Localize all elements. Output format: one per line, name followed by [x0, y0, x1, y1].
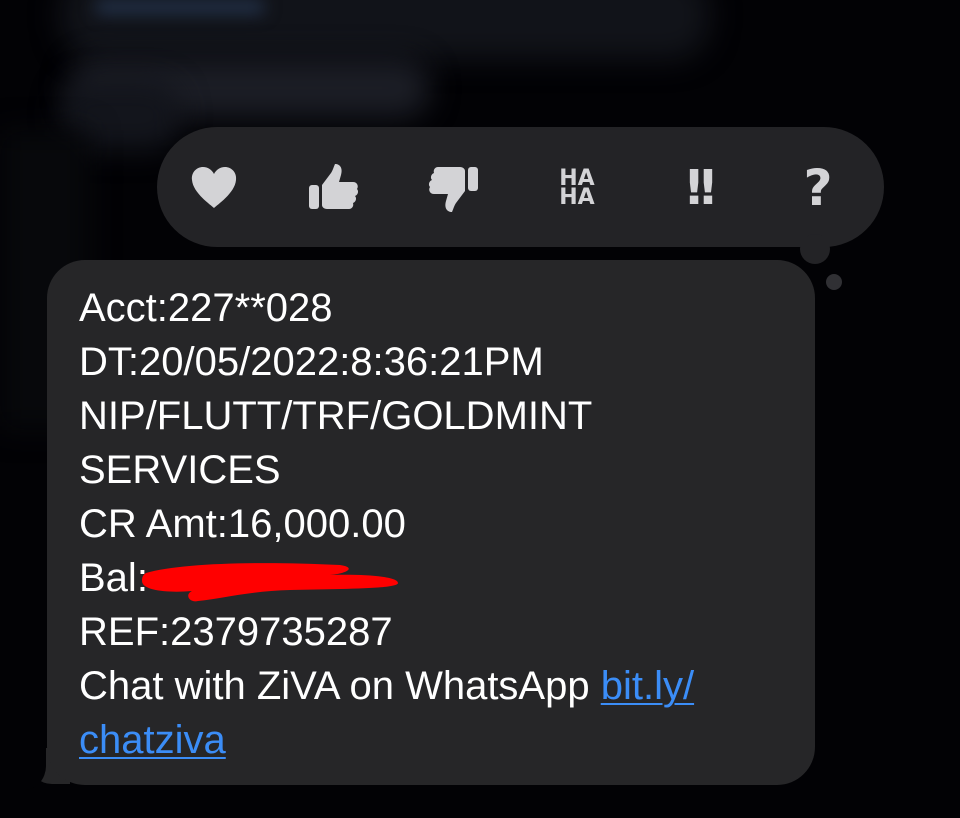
tapback-question-button[interactable]: ?: [782, 150, 854, 226]
tapback-haha-button[interactable]: HA HA: [541, 150, 613, 226]
balance-redaction-mark: [142, 563, 398, 602]
account-line: Acct:227**028: [79, 286, 333, 330]
tapback-heart-button[interactable]: [178, 150, 250, 226]
messages-screen: HA HA !! ? Acct:227**028 DT:20/05/2022:8…: [0, 0, 960, 818]
chat-promo-line: Chat with ZiVA on WhatsApp bit.ly/: [79, 659, 799, 713]
thumbs-up-icon: [309, 164, 359, 209]
credit-amount-line: CR Amt:16,000.00: [79, 502, 406, 546]
chatziva-link-part1[interactable]: bit.ly/: [601, 664, 694, 708]
narration-line: NIP/FLUTT/TRF/GOLDMINT: [79, 394, 593, 438]
tapback-exclamation-button[interactable]: !!: [661, 150, 733, 226]
tapback-tail-dot-small: [826, 274, 842, 290]
chat-link-line: chatziva: [79, 713, 799, 767]
blurred-background-link: [95, 0, 265, 14]
bubble-tail-mask: [10, 740, 46, 790]
tapback-tail-dot: [800, 234, 830, 264]
chat-promo-text: Chat with ZiVA on WhatsApp: [79, 664, 601, 708]
heart-icon: [191, 167, 237, 208]
tapback-thumbs-up-button[interactable]: [297, 150, 369, 226]
tapback-reaction-bar: [157, 127, 884, 247]
exclamation-icon: !!: [683, 160, 719, 216]
question-icon: ?: [803, 159, 833, 217]
narration-line-2: SERVICES: [79, 448, 281, 492]
haha-icon: HA HA: [559, 166, 595, 210]
date-line: DT:20/05/2022:8:36:21PM: [79, 340, 544, 384]
chatziva-link-part2[interactable]: chatziva: [79, 718, 226, 762]
message-text: Acct:227**028 DT:20/05/2022:8:36:21PM NI…: [79, 281, 799, 767]
reference-line: REF:2379735287: [79, 610, 393, 654]
tapback-thumbs-down-button[interactable]: [418, 150, 490, 226]
thumbs-down-icon: [428, 167, 478, 212]
